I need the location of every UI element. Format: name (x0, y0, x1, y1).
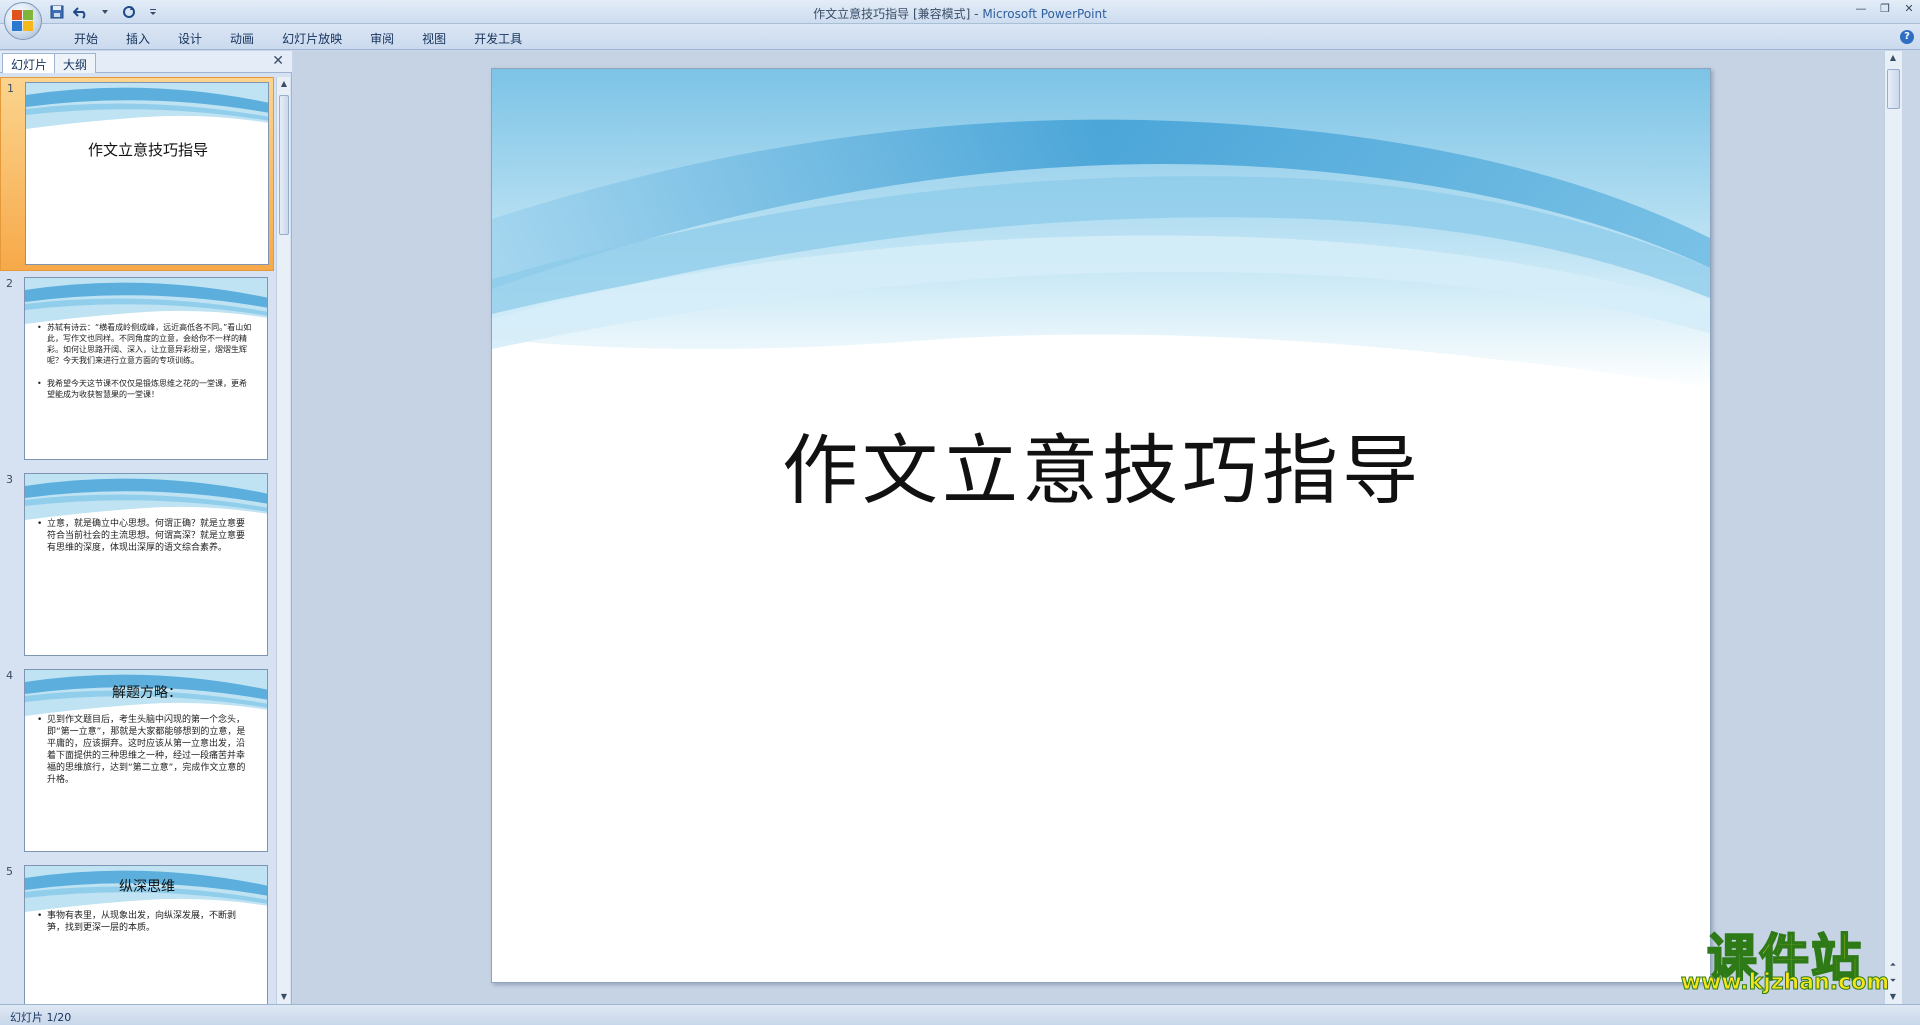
close-button[interactable]: ✕ (1902, 2, 1916, 15)
scrollbar-thumb[interactable] (1887, 69, 1900, 109)
maximize-button[interactable]: ❐ (1878, 2, 1892, 15)
slide-number: 1 (7, 82, 14, 95)
tab-insert[interactable]: 插入 (112, 30, 164, 47)
slide-thumbnails: 1 作文立意技巧指导 2 苏轼有诗云：“横看成岭侧成峰， (0, 77, 274, 1004)
window-controls: — ❐ ✕ (1854, 2, 1916, 15)
close-icon[interactable]: ✕ (272, 53, 284, 69)
slide-thumbnail-3[interactable]: 3 立意，就是确立中心思想。何谓正确？就是立意要符合当前社会的主流思想。何谓高深… (0, 469, 274, 663)
scroll-up-icon[interactable]: ▲ (279, 79, 289, 89)
slides-pane: 幻灯片 大纲 ✕ 1 作文立意技巧指导 2 • 苏轼有诗云：“横看成岭侧成峰，远… (0, 51, 292, 1004)
scroll-down-icon[interactable]: ▼ (279, 992, 289, 1002)
slide-title: 解题方略： (112, 685, 182, 701)
editor-scrollbar[interactable]: ▲ ⏶ ⏷ ▼ (1884, 51, 1902, 1004)
minimize-button[interactable]: — (1854, 2, 1868, 15)
help-icon[interactable]: ? (1900, 30, 1914, 44)
bullet-text: 事物有表里，从现象出发，向纵深发展，不断剥笋，找到更深一层的本质。 (37, 910, 253, 934)
office-button[interactable] (4, 2, 42, 40)
slide-thumbnail-1[interactable]: 1 作文立意技巧指导 (0, 77, 274, 271)
slide-preview[interactable]: 纵深思维 事物有表里，从现象出发，向纵深发展，不断剥笋，找到更深一层的本质。 (24, 865, 268, 1004)
slide-number: 3 (6, 473, 13, 486)
tab-home[interactable]: 开始 (60, 30, 112, 47)
slide-preview[interactable]: 苏轼有诗云：“横看成岭侧成峰，远近高低各不同。”看山如此，写作文也同样。不同角度… (24, 277, 268, 460)
tab-animations[interactable]: 动画 (216, 30, 268, 47)
tab-developer[interactable]: 开发工具 (460, 30, 536, 47)
ribbon: 开始 插入 设计 动画 幻灯片放映 审阅 视图 开发工具 ? (0, 24, 1920, 50)
slide-thumbnail-5[interactable]: 5 纵深思维 事物有表里，从现象出发，向纵深发展，不断剥笋，找到更深一层的本质。 (0, 861, 274, 1004)
slide-body: 苏轼有诗云：“横看成岭侧成峰，远近高低各不同。”看山如此，写作文也同样。不同角度… (37, 322, 253, 412)
slide-indicator: 幻灯片 1/20 (10, 1011, 72, 1024)
slide-number: 4 (6, 669, 13, 682)
wave-background (492, 69, 1710, 389)
watermark-logo: 课件站 www.kjzhan.com (1670, 918, 1900, 998)
title-bar: 作文立意技巧指导 [兼容模式] - Microsoft PowerPoint —… (0, 0, 1920, 40)
slide-number: 2 (6, 277, 13, 290)
office-logo-icon (12, 10, 34, 32)
slide-title: 作文立意技巧指导 (87, 141, 208, 159)
current-slide[interactable]: 作文立意技巧指导 (491, 68, 1711, 983)
slide-body: 立意，就是确立中心思想。何谓正确？就是立意要符合当前社会的主流思想。何谓高深？就… (37, 518, 253, 566)
tab-view[interactable]: 视图 (408, 30, 460, 47)
pane-tabs: 幻灯片 大纲 ✕ (0, 51, 292, 73)
tab-slides[interactable]: 幻灯片 (2, 53, 57, 73)
slide-thumbnail-2[interactable]: 2 苏轼有诗云：“横看成岭侧成峰，远近高低各不同。”看山如此，写作文也同样。不同… (0, 273, 274, 467)
slide-preview[interactable]: 作文立意技巧指导 (25, 82, 269, 265)
scrollbar-thumb[interactable] (279, 95, 289, 235)
bullet-text: 我希望今天这节课不仅仅是锻炼思维之花的一堂课，更希望能成为收获智慧果的一堂课！ (37, 378, 253, 400)
tab-slideshow[interactable]: 幻灯片放映 (268, 30, 356, 47)
slide-title: 纵深思维 (119, 879, 175, 895)
tab-design[interactable]: 设计 (164, 30, 216, 47)
app-name: Microsoft PowerPoint (982, 7, 1107, 21)
watermark-url: www.kjzhan.com (1680, 970, 1890, 996)
slide-body: 事物有表里，从现象出发，向纵深发展，不断剥笋，找到更深一层的本质。 (37, 910, 253, 946)
thumbnails-scrollbar[interactable]: ▲ ▼ (276, 77, 290, 1004)
slide-thumbnail-4[interactable]: 4 解题方略： 见到作文题目后，考生头脑中闪现的第一个念头，即“第一立意”，那就… (0, 665, 274, 859)
slide-title[interactable]: 作文立意技巧指导 (492, 409, 1710, 519)
bullet-text: 苏轼有诗云：“横看成岭侧成峰，远近高低各不同。”看山如此，写作文也同样。不同角度… (37, 322, 253, 366)
slide-preview[interactable]: 解题方略： 见到作文题目后，考生头脑中闪现的第一个念头，即“第一立意”，那就是大… (24, 669, 268, 852)
status-bar: 幻灯片 1/20 (0, 1004, 1920, 1025)
wave-decoration (26, 83, 268, 129)
slide-editor: 作文立意技巧指导 ▲ ⏶ ⏷ ▼ (293, 51, 1902, 1004)
document-title: 作文立意技巧指导 [兼容模式] - (813, 7, 983, 21)
bullet-text: 见到作文题目后，考生头脑中闪现的第一个念头，即“第一立意”，那就是大家都能够想到… (37, 714, 253, 786)
window-title: 作文立意技巧指导 [兼容模式] - Microsoft PowerPoint (0, 5, 1920, 22)
slide-number: 5 (6, 865, 13, 878)
scroll-up-icon[interactable]: ▲ (1888, 53, 1898, 63)
tab-review[interactable]: 审阅 (356, 30, 408, 47)
slide-preview[interactable]: 立意，就是确立中心思想。何谓正确？就是立意要符合当前社会的主流思想。何谓高深？就… (24, 473, 268, 656)
bullet-text: 立意，就是确立中心思想。何谓正确？就是立意要符合当前社会的主流思想。何谓高深？就… (37, 518, 253, 554)
tab-outline[interactable]: 大纲 (54, 53, 97, 73)
ribbon-tabs: 开始 插入 设计 动画 幻灯片放映 审阅 视图 开发工具 (60, 30, 536, 47)
slide-body: 见到作文题目后，考生头脑中闪现的第一个念头，即“第一立意”，那就是大家都能够想到… (37, 714, 253, 798)
